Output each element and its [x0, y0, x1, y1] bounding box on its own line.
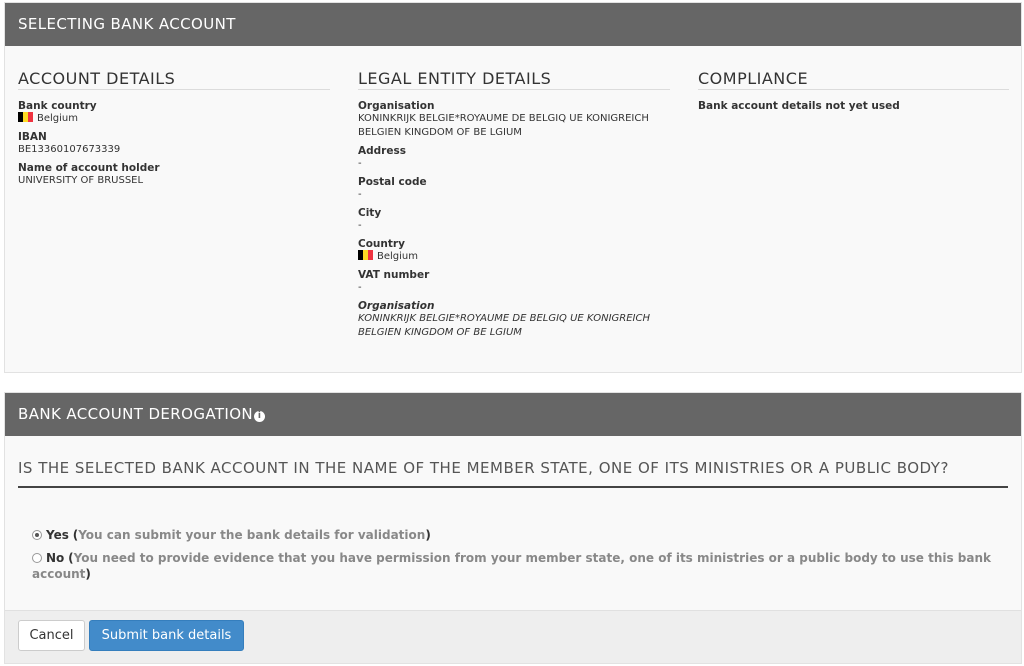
option-no[interactable]: No (You need to provide evidence that yo… [32, 550, 992, 582]
city-label: City [358, 207, 382, 219]
derogation-title: BANK ACCOUNT DEROGATION [18, 405, 254, 423]
panel-footer: Cancel Submit bank details [5, 610, 1021, 663]
country-value: Belgium [358, 250, 670, 264]
submit-bank-details-button[interactable]: Submit bank details [89, 620, 244, 651]
account-details-heading: ACCOUNT DETAILS [18, 69, 330, 90]
flag-belgium-icon [358, 250, 373, 260]
derogation-question: IS THE SELECTED BANK ACCOUNT IN THE NAME… [18, 461, 1008, 488]
radio-yes[interactable] [32, 530, 42, 540]
selecting-bank-account-panel: SELECTING BANK ACCOUNT ACCOUNT DETAILS B… [4, 2, 1022, 373]
compliance-status: Bank account details not yet used [698, 100, 900, 112]
option-no-note-wrapper: (You need to provide evidence that you h… [32, 551, 992, 581]
vat-number-value: - [358, 282, 362, 293]
option-yes-note: You can submit your the bank details for… [78, 528, 426, 542]
option-yes-note-wrapper: (You can submit your the bank details fo… [72, 528, 431, 542]
account-holder-label: Name of account holder [18, 162, 160, 174]
organisation-alt-label: Organisation [358, 300, 435, 312]
legal-entity-heading: LEGAL ENTITY DETAILS [358, 69, 670, 90]
organisation-label: Organisation [358, 100, 435, 112]
iban-label: IBAN [18, 131, 47, 143]
compliance-heading: COMPLIANCE [698, 69, 1009, 90]
organisation-value: KONINKRIJK BELGIE*ROYAUME DE BELGIQ UE K… [358, 113, 649, 138]
country-text: Belgium [377, 251, 418, 262]
option-yes[interactable]: Yes (You can submit your the bank detail… [32, 527, 992, 543]
country-label: Country [358, 238, 405, 250]
bank-country-text: Belgium [37, 113, 78, 124]
address-value: - [358, 158, 362, 169]
iban-value: BE13360107673339 [18, 144, 121, 155]
panel-title: SELECTING BANK ACCOUNT [5, 3, 1021, 46]
cancel-button[interactable]: Cancel [18, 620, 85, 651]
option-yes-label: Yes [46, 528, 69, 542]
option-no-note: You need to provide evidence that you ha… [32, 551, 992, 581]
account-details-section: ACCOUNT DETAILS Bank country Belgium IBA… [18, 69, 330, 188]
bank-country-label: Bank country [18, 100, 97, 112]
compliance-section: COMPLIANCE Bank account details not yet … [698, 69, 1009, 112]
radio-no[interactable] [32, 553, 42, 563]
option-no-label: No [46, 551, 65, 565]
legal-entity-section: LEGAL ENTITY DETAILS Organisation KONINK… [358, 69, 670, 340]
flag-belgium-icon [18, 112, 33, 122]
vat-number-label: VAT number [358, 269, 430, 281]
city-value: - [358, 220, 362, 231]
bank-account-derogation-panel: BANK ACCOUNT DEROGATION i IS THE SELECTED… [4, 392, 1022, 664]
panel-title: BANK ACCOUNT DEROGATION i [5, 393, 1021, 436]
bank-country-value: Belgium [18, 112, 330, 126]
organisation-alt-value: KONINKRIJK BELGIE*ROYAUME DE BELGIQ UE K… [358, 313, 650, 338]
account-holder-value: UNIVERSITY OF BRUSSEL [18, 175, 144, 186]
postal-code-label: Postal code [358, 176, 427, 188]
address-label: Address [358, 145, 406, 157]
postal-code-value: - [358, 189, 362, 200]
info-icon[interactable]: i [254, 411, 266, 422]
